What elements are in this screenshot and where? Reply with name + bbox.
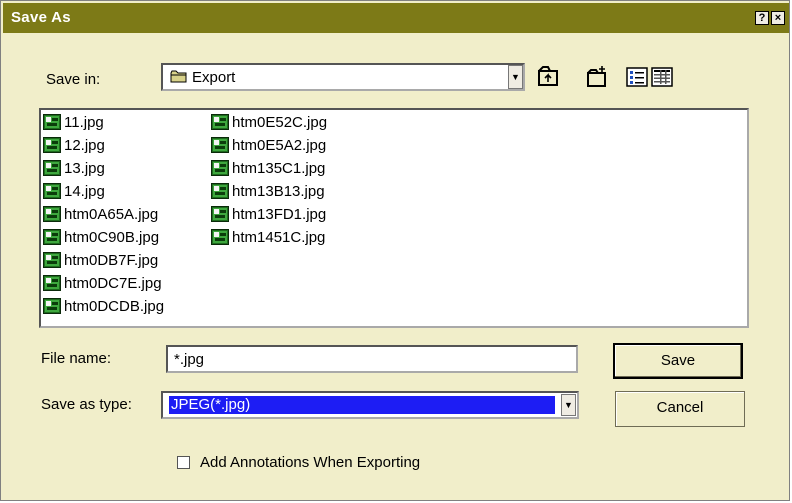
file-item[interactable]: 13.jpg [43, 157, 105, 179]
file-item[interactable]: 14.jpg [43, 180, 105, 202]
image-file-icon [211, 206, 229, 222]
chevron-down-icon: ▼ [564, 400, 573, 410]
new-folder-icon[interactable] [586, 65, 608, 89]
dialog-title: Save As [11, 9, 71, 26]
up-one-level-icon[interactable] [537, 65, 559, 89]
file-item[interactable]: 11.jpg [43, 111, 104, 133]
image-file-icon [211, 229, 229, 245]
add-annotations-checkbox[interactable] [177, 456, 190, 469]
image-file-icon [43, 137, 61, 153]
file-item[interactable]: htm0DCDB.jpg [43, 295, 164, 317]
file-item[interactable]: htm0A65A.jpg [43, 203, 158, 225]
save-in-label: Save in: [46, 71, 101, 88]
file-name: htm135C1.jpg [232, 159, 326, 177]
help-icon: ? [758, 12, 766, 24]
image-file-icon [43, 298, 61, 314]
file-item[interactable]: htm13FD1.jpg [211, 203, 326, 225]
image-file-icon [211, 137, 229, 153]
save-as-type-label: Save as type: [41, 396, 132, 413]
image-file-icon [43, 183, 61, 199]
file-name: 11.jpg [64, 113, 104, 131]
save-button[interactable]: Save [613, 343, 743, 379]
file-name: 14.jpg [64, 182, 105, 200]
file-item[interactable]: htm1451C.jpg [211, 226, 325, 248]
file-name: htm0DB7F.jpg [64, 251, 159, 269]
close-icon: × [774, 12, 782, 24]
file-name: htm0A65A.jpg [64, 205, 159, 223]
file-name: htm0DCDB.jpg [64, 297, 165, 315]
file-name: htm13B13.jpg [232, 182, 325, 200]
add-annotations-label: Add Annotations When Exporting [200, 454, 421, 471]
help-button[interactable]: ? [755, 11, 769, 25]
file-item[interactable]: htm0DC7E.jpg [43, 272, 162, 294]
file-name-label: File name: [41, 350, 112, 367]
file-item[interactable]: htm0E5A2.jpg [211, 134, 326, 156]
save-as-type-value: JPEG(*.jpg) [168, 395, 556, 415]
file-item[interactable]: htm0C90B.jpg [43, 226, 159, 248]
file-name: htm0E52C.jpg [232, 113, 328, 131]
save-in-dropdown-button[interactable]: ▼ [508, 65, 523, 89]
file-name: htm0C90B.jpg [64, 228, 160, 246]
image-file-icon [43, 229, 61, 245]
file-name-input[interactable]: *.jpg [166, 345, 578, 373]
folder-icon [170, 70, 187, 83]
cancel-button[interactable]: Cancel [615, 391, 745, 427]
save-in-value: Export [192, 69, 236, 86]
image-file-icon [211, 183, 229, 199]
save-as-type-select[interactable]: JPEG(*.jpg) [161, 391, 579, 419]
chevron-down-icon: ▼ [511, 72, 520, 82]
file-name: htm0DC7E.jpg [64, 274, 162, 292]
title-bar[interactable]: Save As ? × [3, 3, 789, 33]
save-as-type-dropdown-button[interactable]: ▼ [561, 394, 576, 416]
save-as-dialog: Save As ? × Save in: Export ▼ 11.jpg 12.… [0, 0, 790, 501]
file-name: htm0E5A2.jpg [232, 136, 327, 154]
list-view-icon[interactable] [626, 65, 648, 89]
file-name: 12.jpg [64, 136, 105, 154]
image-file-icon [43, 160, 61, 176]
file-list[interactable]: 11.jpg 12.jpg 13.jpg 14.jpg htm0A65A.jpg htm0… [39, 108, 749, 328]
file-name: htm1451C.jpg [232, 228, 326, 246]
close-button[interactable]: × [771, 11, 785, 25]
file-item[interactable]: 12.jpg [43, 134, 105, 156]
image-file-icon [43, 206, 61, 222]
file-item[interactable]: htm0E52C.jpg [211, 111, 327, 133]
image-file-icon [43, 275, 61, 291]
details-view-icon[interactable] [651, 65, 673, 89]
file-item[interactable]: htm0DB7F.jpg [43, 249, 158, 271]
image-file-icon [43, 252, 61, 268]
image-file-icon [43, 114, 61, 130]
image-file-icon [211, 160, 229, 176]
file-name: htm13FD1.jpg [232, 205, 327, 223]
file-item[interactable]: htm135C1.jpg [211, 157, 325, 179]
file-item[interactable]: htm13B13.jpg [211, 180, 325, 202]
image-file-icon [211, 114, 229, 130]
save-in-combobox[interactable]: Export [161, 63, 525, 91]
file-name: 13.jpg [64, 159, 105, 177]
